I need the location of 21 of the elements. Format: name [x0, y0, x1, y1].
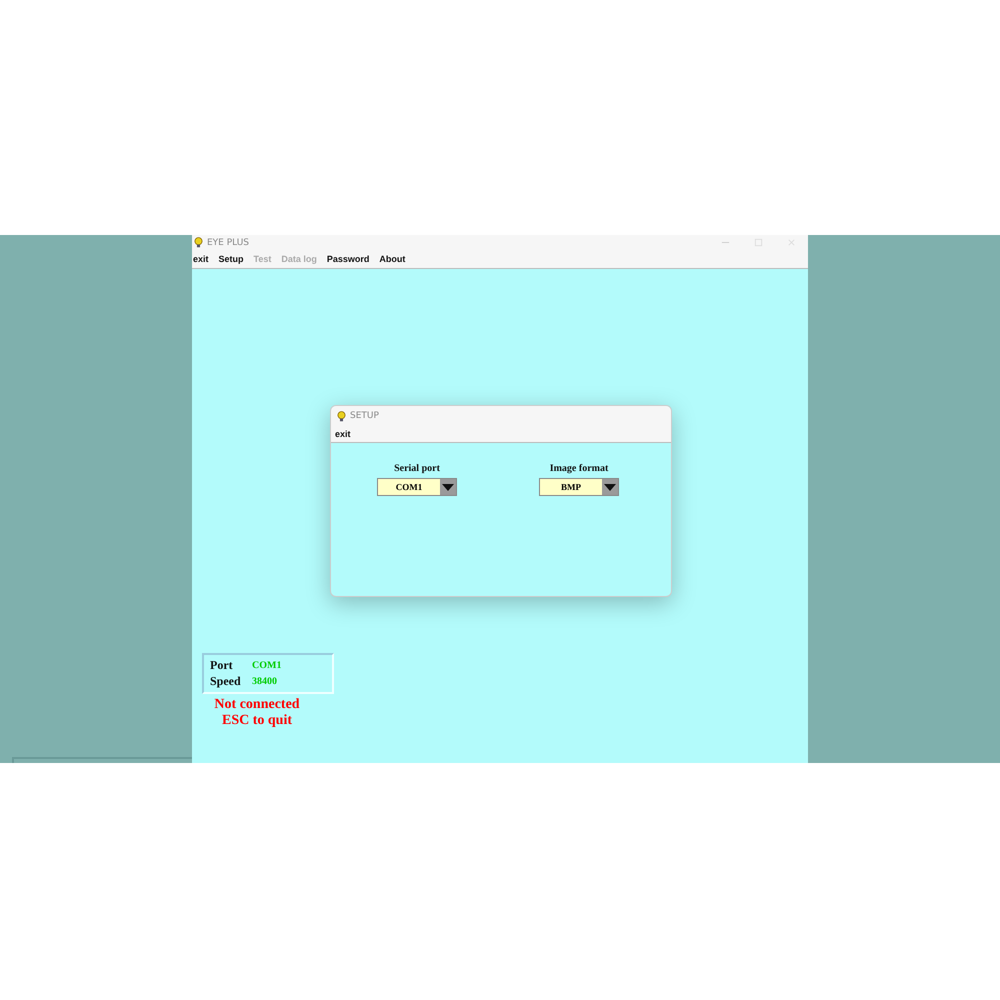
status-label: Speed: [210, 674, 242, 689]
status-value: COM1: [252, 660, 282, 671]
status-value: 38400: [252, 676, 277, 687]
maximize-icon[interactable]: [754, 238, 763, 247]
lightbulb-icon: [337, 410, 346, 422]
window-title: EYE PLUS: [207, 238, 250, 248]
status-message: ESC to quit: [222, 713, 292, 729]
field-label: Serial port: [394, 463, 440, 474]
status-label: Port: [210, 658, 234, 673]
field-label: Image format: [550, 463, 608, 474]
menu-item[interactable]: Password: [326, 254, 370, 264]
status-message: Not connected: [214, 697, 300, 713]
menu-item[interactable]: About: [379, 254, 406, 264]
dropdown[interactable]: COM1: [377, 478, 457, 496]
menu-item[interactable]: Setup: [218, 254, 244, 264]
close-icon[interactable]: [787, 238, 796, 247]
menu-item[interactable]: exit: [193, 254, 209, 264]
dialog-title: SETUP: [350, 411, 379, 421]
lightbulb-icon: [194, 237, 203, 248]
menu-item[interactable]: exit: [335, 429, 351, 439]
dropdown[interactable]: BMP: [539, 478, 619, 496]
